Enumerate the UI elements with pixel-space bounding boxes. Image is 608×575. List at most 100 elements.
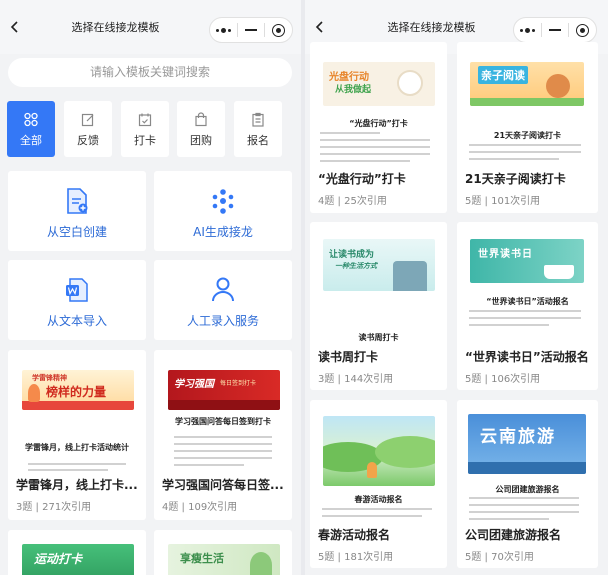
template-card[interactable]: 学习强国 每日签到打卡 学习强国问答每日签到打卡 学习强国问答每日签... 4题… (154, 350, 292, 520)
target-icon (272, 23, 286, 37)
banner-image: 云南旅游 (468, 414, 586, 474)
search-input[interactable]: 请输入模板关键词搜索 (8, 58, 292, 87)
template-title: 春游活动报名 (318, 528, 391, 542)
template-card[interactable]: 运动打卡 (8, 530, 146, 575)
mini-program-capsule (513, 17, 597, 43)
minimize-button[interactable] (238, 18, 265, 42)
clipboard-icon (252, 112, 264, 127)
template-thumbnail: 亲子阅读 21天亲子阅读打卡 (457, 42, 598, 172)
template-card[interactable]: 学雷锋精神 榜样的力量 学雷锋月，线上打卡活动统计 学雷锋月，线上打卡... 3… (8, 350, 146, 520)
template-thumbnail: 云南旅游 公司团建旅游报名 (457, 400, 598, 530)
thumbnail-caption: 21天亲子阅读打卡 (493, 131, 562, 140)
tab-label: 全部 (20, 134, 42, 147)
template-meta: 4题 | 25次引用 (318, 196, 387, 207)
minus-icon (549, 29, 561, 31)
banner-image: 学雷锋精神 榜样的力量 (22, 370, 134, 410)
close-button[interactable] (265, 18, 292, 42)
more-dots-icon (215, 27, 231, 33)
template-title: 学雷锋月，线上打卡... (16, 478, 138, 492)
banner-image: 让读书成为 一种生活方式 (323, 239, 435, 291)
more-dots-icon (519, 27, 535, 33)
thumbnail-caption: 春游活动报名 (354, 495, 403, 504)
banner-title: 让读书成为 (329, 250, 375, 260)
tab-all[interactable]: 全部 (7, 101, 55, 157)
template-card[interactable]: 云南旅游 公司团建旅游报名 公司团建旅游报名 5题 | 70次引用 (457, 400, 598, 568)
ai-generate-card[interactable]: AI生成接龙 (154, 171, 292, 251)
template-meta: 5题 | 70次引用 (465, 552, 534, 563)
template-thumbnail: 学雷锋精神 榜样的力量 学雷锋月，线上打卡活动统计 (8, 350, 146, 480)
word-icon (66, 278, 88, 302)
template-title: “光盘行动”打卡 (318, 172, 406, 186)
close-button[interactable] (569, 18, 596, 42)
screen: 选择在线接龙模板 请输入模板关键词搜索 全部 反馈 打卡 团购 报名 从空白创建… (0, 0, 608, 575)
category-tabs: 全部 反馈 打卡 团购 报名 (7, 101, 297, 157)
template-thumbnail: 让读书成为 一种生活方式 读书周打卡 (310, 222, 447, 352)
template-meta: 5题 | 106次引用 (465, 374, 541, 385)
template-card[interactable]: 春游活动报名 春游活动报名 5题 | 181次引用 (310, 400, 447, 568)
template-card[interactable]: 光盘行动 从我做起 “光盘行动”打卡 “光盘行动”打卡 4题 | 25次引用 (310, 42, 447, 213)
template-thumbnail: 世界读书日 “世界读书日”活动报名 (457, 222, 598, 352)
template-card[interactable]: 享瘦生活 (154, 530, 292, 575)
tab-group-buy[interactable]: 团购 (177, 101, 225, 157)
banner-image: 世界读书日 (470, 239, 584, 283)
banner-title: 云南旅游 (480, 427, 556, 447)
grid-icon (24, 112, 38, 127)
template-meta: 5题 | 181次引用 (318, 552, 394, 563)
thumbnail-caption: 学雷锋月，线上打卡活动统计 (25, 443, 129, 452)
template-title: 21天亲子阅读打卡 (465, 172, 566, 186)
banner-title: 光盘行动 (329, 72, 369, 83)
template-meta: 4题 | 109次引用 (162, 502, 238, 513)
template-thumbnail: 光盘行动 从我做起 “光盘行动”打卡 (310, 42, 447, 172)
template-title: “世界读书日”活动报名 (465, 350, 589, 364)
mini-program-capsule (209, 17, 293, 43)
template-thumbnail: 春游活动报名 (310, 400, 447, 530)
right-panel: 选择在线接龙模板 光盘行动 从我做起 “光盘行动”打卡 “光盘行动”打卡 4题 … (305, 0, 608, 575)
template-card[interactable]: 让读书成为 一种生活方式 读书周打卡 读书周打卡 3题 | 144次引用 (310, 222, 447, 390)
more-button[interactable] (514, 18, 541, 42)
banner-title: 榜样的力量 (46, 385, 107, 399)
thumbnail-caption: “世界读书日”活动报名 (486, 297, 569, 306)
template-title: 公司团建旅游报名 (465, 528, 562, 542)
calendar-check-icon (138, 113, 152, 127)
banner-image: 光盘行动 从我做起 (323, 62, 435, 106)
action-label: 从文本导入 (46, 314, 107, 328)
create-blank-card[interactable]: 从空白创建 (8, 171, 146, 251)
banner-image: 享瘦生活 (168, 544, 280, 575)
action-label: 人工录入服务 (186, 314, 259, 328)
template-card[interactable]: 亲子阅读 21天亲子阅读打卡 21天亲子阅读打卡 5题 | 101次引用 (457, 42, 598, 213)
banner-title: 世界读书日 (478, 249, 533, 260)
action-label: AI生成接龙 (193, 225, 253, 239)
banner-subtitle: 每日签到打卡 (220, 380, 257, 387)
template-meta: 5题 | 101次引用 (465, 196, 541, 207)
more-button[interactable] (210, 18, 237, 42)
banner-subtitle: 一种生活方式 (335, 262, 377, 270)
banner-title: 享瘦生活 (180, 552, 224, 565)
target-icon (576, 23, 590, 37)
banner-image: 亲子阅读 (470, 62, 584, 106)
person-icon (212, 277, 234, 302)
thumbnail-caption: 公司团建旅游报名 (495, 485, 560, 494)
template-title: 学习强国问答每日签... (162, 478, 284, 492)
tab-label: 报名 (247, 134, 269, 147)
tab-label: 打卡 (134, 134, 156, 147)
edit-icon (81, 113, 94, 127)
minimize-button[interactable] (542, 18, 569, 42)
tab-label: 团购 (190, 134, 212, 147)
tab-signup[interactable]: 报名 (234, 101, 282, 157)
nav-bar: 选择在线接龙模板 (0, 0, 301, 54)
tab-checkin[interactable]: 打卡 (121, 101, 169, 157)
banner-image: 运动打卡 (22, 544, 134, 575)
tab-feedback[interactable]: 反馈 (64, 101, 112, 157)
banner-title: 学习强国 (174, 379, 214, 390)
minus-icon (245, 29, 257, 31)
ai-icon (212, 189, 234, 214)
banner-image: 学习强国 每日签到打卡 (168, 370, 280, 410)
left-panel: 选择在线接龙模板 请输入模板关键词搜索 全部 反馈 打卡 团购 报名 从空白创建… (0, 0, 301, 575)
thumbnail-caption: “光盘行动”打卡 (349, 119, 408, 128)
blank-doc-icon (67, 188, 88, 214)
manual-entry-card[interactable]: 人工录入服务 (154, 260, 292, 340)
action-label: 从空白创建 (46, 225, 107, 239)
import-text-card[interactable]: 从文本导入 (8, 260, 146, 340)
banner-title: 运动打卡 (34, 552, 83, 566)
template-card[interactable]: 世界读书日 “世界读书日”活动报名 “世界读书日”活动报名 5题 | 106次引… (457, 222, 598, 390)
